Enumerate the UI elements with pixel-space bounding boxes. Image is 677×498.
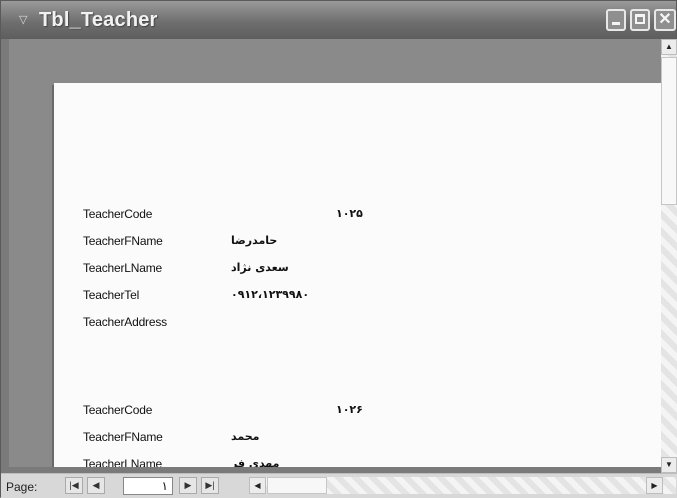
maximize-button[interactable] (630, 9, 650, 31)
scroll-right-button[interactable]: ▶ (646, 477, 663, 494)
field-value: مهدی فر (231, 457, 280, 467)
title-bar[interactable]: ▽ Tbl_Teacher ✕ (1, 1, 676, 39)
field-value: سعدی نژاد (231, 261, 289, 274)
navigation-bar: Page: |◀ ◀ ۱ ▶ ▶| ◀ ▶ (1, 473, 677, 498)
form-icon: ▽ (19, 14, 28, 26)
window-title: Tbl_Teacher (39, 9, 158, 31)
field-row: TeacherCode ۱۰۲۵ (54, 207, 654, 227)
scroll-left-button[interactable]: ◀ (249, 477, 266, 494)
page-number-input[interactable]: ۱ (123, 477, 173, 495)
minimize-button[interactable] (606, 9, 626, 31)
field-label: TeacherLName (83, 457, 162, 467)
field-label: TeacherFName (83, 234, 163, 248)
report-viewport[interactable]: TeacherCode ۱۰۲۵ TeacherFName حامدرضا Te… (9, 39, 661, 467)
maximize-icon (632, 11, 648, 29)
field-row: TeacherAddress (54, 315, 654, 335)
close-button[interactable]: ✕ (654, 9, 676, 31)
previous-page-button[interactable]: ◀ (87, 477, 105, 494)
field-label: TeacherTel (83, 288, 140, 302)
field-row: TeacherFName محمد (54, 430, 654, 450)
field-value: ۰۹۱۲،۱۲۳۹۹۸۰ (231, 288, 310, 301)
field-label: TeacherCode (83, 403, 153, 417)
field-value: ۱۰۲۶ (336, 403, 363, 416)
field-row: TeacherTel ۰۹۱۲،۱۲۳۹۹۸۰ (54, 288, 654, 308)
close-icon: ✕ (658, 11, 672, 28)
field-row: TeacherFName حامدرضا (54, 234, 654, 254)
first-page-button[interactable]: |◀ (65, 477, 83, 494)
scroll-up-button[interactable]: ▲ (661, 39, 677, 55)
field-label: TeacherFName (83, 430, 163, 444)
field-row: TeacherLName سعدی نژاد (54, 261, 654, 281)
horizontal-scroll-thumb[interactable] (267, 477, 327, 494)
last-page-button[interactable]: ▶| (201, 477, 219, 494)
field-label: TeacherCode (83, 207, 153, 221)
report-page: TeacherCode ۱۰۲۵ TeacherFName حامدرضا Te… (54, 83, 661, 467)
field-label: TeacherLName (83, 261, 162, 275)
field-row: TeacherCode ۱۰۲۶ (54, 403, 654, 423)
next-page-button[interactable]: ▶ (179, 477, 197, 494)
field-row: TeacherLName مهدی فر (54, 457, 654, 467)
report-window: ▽ Tbl_Teacher ✕ TeacherCode ۱۰۲۵ Teacher… (0, 0, 677, 498)
field-value: ۱۰۲۵ (336, 207, 363, 220)
horizontal-scrollbar[interactable]: ◀ ▶ (249, 477, 676, 494)
field-value: محمد (231, 430, 260, 443)
vertical-scrollbar[interactable]: ▲ ▼ (661, 39, 677, 473)
minimize-icon (608, 11, 624, 29)
vertical-scroll-thumb[interactable] (661, 57, 677, 205)
field-label: TeacherAddress (83, 315, 167, 329)
scroll-down-button[interactable]: ▼ (661, 457, 677, 473)
page-label: Page: (6, 480, 38, 494)
field-value: حامدرضا (231, 234, 278, 247)
